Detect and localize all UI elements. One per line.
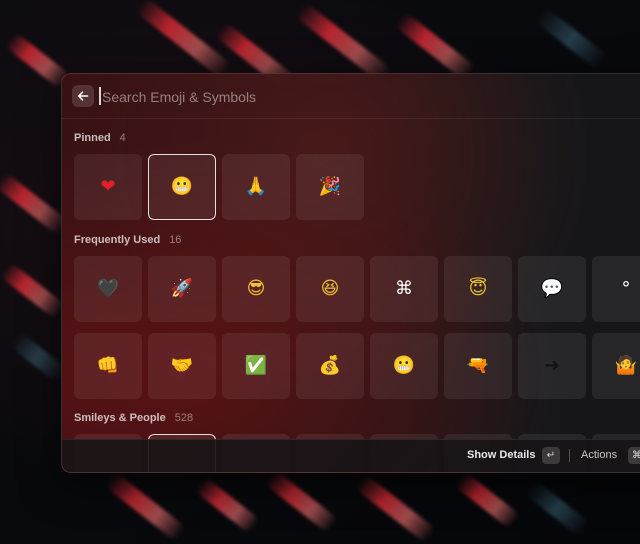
wallpaper-streak <box>0 171 69 236</box>
handshake-emoji: 🤝 <box>170 355 194 376</box>
folded-hands-emoji: 🙏 <box>244 176 268 197</box>
money-bag-emoji: 💰 <box>318 355 342 376</box>
right-arrow-symbol: ➔ <box>544 355 560 376</box>
emoji-cell[interactable]: 😬 <box>148 154 216 220</box>
wallpaper-streak <box>0 261 66 320</box>
speech-balloon-emoji: 💬 <box>540 278 564 299</box>
emoji-cell[interactable]: 😆 <box>296 256 364 322</box>
emoji-cell[interactable]: 🙏 <box>222 154 290 220</box>
emoji-cell[interactable]: 💬 <box>518 256 586 322</box>
command-key-icon: ⌘ <box>628 447 640 464</box>
laughing-face-emoji: 😆 <box>320 278 340 299</box>
wallpaper-streak <box>194 476 261 535</box>
emoji-cell[interactable]: 🚀 <box>148 256 216 322</box>
emoji-cell[interactable]: ° <box>592 256 640 322</box>
command-key-symbol: ⌘ <box>395 278 413 299</box>
section-header-frequently-used: Frequently Used 16 <box>74 234 181 246</box>
emoji-cell[interactable]: 🤷 <box>592 333 640 399</box>
emoji-cell[interactable]: ✅ <box>222 333 290 399</box>
emoji-cell[interactable]: ➔ <box>518 333 586 399</box>
emoji-picker-window: Pinned4 ❤😬🙏🎉 Frequently Used16 🖤🚀😎😆⌘😇💬° … <box>61 73 640 473</box>
wallpaper-streak <box>524 479 591 538</box>
emoji-cell[interactable]: ❤ <box>74 154 142 220</box>
halo-face-emoji: 😇 <box>468 278 488 299</box>
sunglasses-face-emoji: 😎 <box>246 278 266 299</box>
footer-divider <box>569 449 570 462</box>
actions-button[interactable]: Actions <box>581 449 617 461</box>
wallpaper-streak <box>294 1 393 84</box>
wallpaper-streak <box>394 11 477 82</box>
emoji-cell[interactable]: 🎉 <box>296 154 364 220</box>
section-count: 528 <box>174 412 194 424</box>
check-mark-button-emoji: ✅ <box>244 355 268 376</box>
fist-bump-emoji: 👊 <box>96 355 120 376</box>
wallpaper-streak <box>134 0 233 79</box>
shrug-emoji: 🤷 <box>614 355 638 376</box>
emoji-cell[interactable]: 👊 <box>74 333 142 399</box>
search-bar <box>62 74 640 119</box>
emoji-cell[interactable]: 💰 <box>296 333 364 399</box>
emoji-cell[interactable]: 😇 <box>444 256 512 322</box>
grimacing-face-emoji: 😬 <box>392 355 416 376</box>
emoji-cell[interactable]: 🖤 <box>74 256 142 322</box>
grimacing-face-emoji: 😬 <box>170 176 194 197</box>
section-title: Frequently Used <box>74 234 161 246</box>
wallpaper-streak <box>534 6 609 71</box>
emoji-cell[interactable]: 😎 <box>222 256 290 322</box>
rocket-emoji: 🚀 <box>170 278 194 299</box>
wallpaper-streak <box>354 473 437 544</box>
back-button[interactable] <box>72 85 94 107</box>
emoji-cell[interactable]: 🔫 <box>444 333 512 399</box>
party-popper-emoji: 🎉 <box>318 176 342 197</box>
action-bar: Show Details ↵ Actions ⌘ <box>62 439 640 472</box>
emoji-cell[interactable]: ⌘ <box>370 256 438 322</box>
return-key-icon: ↵ <box>542 447 560 464</box>
emoji-cell[interactable]: 😬 <box>370 333 438 399</box>
search-input[interactable] <box>100 85 524 109</box>
section-header-smileys-people: Smileys & People 528 <box>74 412 193 424</box>
section-header-pinned: Pinned 4 <box>74 132 126 144</box>
degree-symbol: ° <box>621 278 631 299</box>
section-count: 4 <box>119 132 126 144</box>
wallpaper-streak <box>104 471 187 542</box>
section-title: Pinned <box>74 132 111 144</box>
emoji-cell[interactable]: 🤝 <box>148 333 216 399</box>
arrow-left-icon <box>78 91 89 101</box>
section-count: 16 <box>169 234 182 246</box>
wallpaper-streak <box>264 469 339 534</box>
show-details-button[interactable]: Show Details <box>467 449 535 461</box>
water-pistol-emoji: 🔫 <box>466 355 490 376</box>
section-title: Smileys & People <box>74 412 166 424</box>
black-heart-emoji: 🖤 <box>96 278 120 299</box>
wallpaper-streak <box>9 331 68 384</box>
wallpaper-streak <box>454 471 521 530</box>
red-heart-emoji: ❤ <box>100 176 116 197</box>
